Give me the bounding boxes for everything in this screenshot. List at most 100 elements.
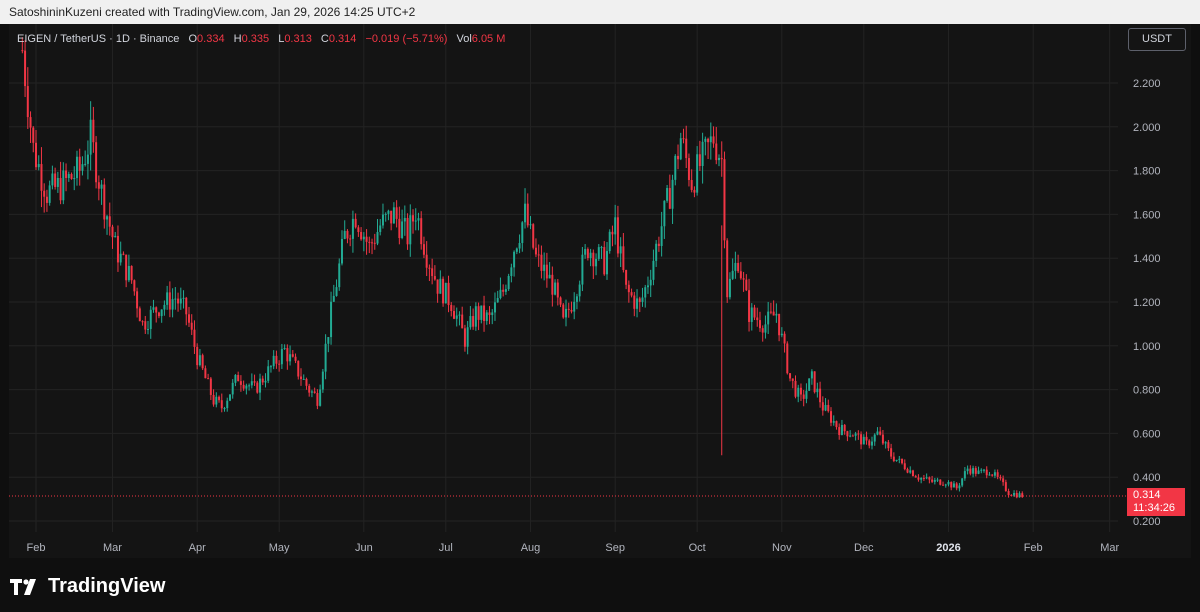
candle-body: [595, 258, 598, 267]
candle-body: [600, 247, 603, 249]
time-tick-label: Jun: [355, 542, 373, 554]
time-tick-label: Oct: [689, 542, 706, 554]
candle-body: [622, 246, 625, 271]
candle-body: [851, 435, 854, 437]
symbol-label[interactable]: EIGEN / TetherUS · 1D · Binance: [17, 33, 179, 45]
candle-body: [433, 276, 436, 280]
candle-body: [187, 314, 190, 323]
candle-body: [431, 268, 434, 277]
candle-body: [969, 468, 972, 474]
price-chart[interactable]: 2.200 2.000 1.800 1.600 1.400 1.200 1.000 0.800…: [0, 0, 1200, 612]
candle-body: [163, 304, 166, 310]
candle-body: [597, 247, 600, 259]
candle-body: [983, 469, 986, 471]
candle-body: [734, 262, 737, 271]
candle-body: [980, 469, 983, 471]
tradingview-logo[interactable]: TradingView: [10, 575, 165, 598]
candle-body: [830, 411, 833, 423]
candle-body: [207, 378, 210, 380]
candle-body: [551, 274, 554, 295]
candle-body: [584, 249, 587, 255]
candle-body: [226, 400, 229, 409]
price-tick-label: 1.400: [1133, 253, 1161, 265]
candle-body: [666, 188, 669, 201]
candle-body: [264, 380, 267, 383]
candle-body: [368, 241, 371, 243]
candle-body: [737, 262, 740, 272]
candle-body: [920, 477, 923, 480]
candle-body: [179, 298, 182, 304]
price-tick-label: 1.000: [1133, 341, 1161, 353]
candle-body: [420, 218, 423, 245]
candle-body: [376, 232, 379, 244]
price-tick-label: 0.800: [1133, 385, 1161, 397]
candle-body: [196, 346, 199, 366]
candle-body: [821, 402, 824, 411]
candle-body: [698, 154, 701, 166]
open-value: 0.334: [197, 33, 225, 45]
candle-body: [469, 316, 472, 328]
candle-body: [253, 381, 256, 383]
candle-body: [510, 267, 513, 277]
candles: [9, 37, 1127, 499]
candle-body: [636, 298, 639, 309]
candle-body: [769, 311, 772, 313]
candle-body: [502, 289, 505, 292]
candle-body: [223, 408, 226, 410]
candle-body: [911, 470, 914, 477]
candle-body: [319, 389, 322, 406]
candle-body: [925, 477, 928, 479]
candle-body: [234, 374, 237, 383]
candle-body: [182, 297, 185, 299]
candle-body: [35, 142, 37, 168]
candle-body: [215, 396, 218, 405]
price-tick-label: 2.200: [1133, 78, 1161, 90]
candle-body: [160, 309, 163, 317]
candle-body: [114, 235, 117, 238]
candle-body: [289, 354, 292, 362]
candle-body: [406, 217, 409, 245]
candle-body: [794, 380, 797, 397]
candle-body: [403, 217, 406, 222]
candle-body: [917, 477, 920, 480]
candle-body: [655, 243, 658, 261]
candle-body: [832, 421, 835, 423]
time-tick-label: Mar: [103, 542, 122, 554]
candle-body: [171, 299, 174, 310]
candle-body: [48, 185, 51, 203]
candle-body: [677, 155, 680, 160]
candle-body: [513, 251, 516, 268]
candle-body: [100, 184, 103, 189]
candle-body: [537, 254, 540, 256]
candle-body: [835, 421, 838, 428]
candle-body: [209, 378, 212, 395]
candle-body: [365, 236, 368, 242]
candle-body: [521, 222, 524, 244]
candle-body: [239, 381, 242, 385]
candle-body: [24, 50, 27, 87]
candle-body: [412, 215, 415, 222]
candle-body: [73, 178, 76, 180]
candle-body: [56, 177, 59, 187]
candle-body: [952, 483, 955, 488]
candle-body: [439, 278, 442, 294]
candle-body: [485, 312, 488, 322]
candle-body: [939, 479, 942, 485]
candle-body: [660, 226, 663, 246]
candle-body: [805, 390, 808, 399]
candle-body: [745, 279, 748, 291]
tradingview-logo-icon: [10, 578, 36, 595]
candle-body: [515, 248, 518, 252]
candle-body: [810, 371, 813, 379]
time-tick-label: 2026: [936, 542, 960, 554]
candle-body: [29, 117, 32, 128]
candle-body: [840, 424, 843, 435]
candle-body: [972, 468, 975, 474]
candle-body: [193, 329, 196, 347]
candle-body: [586, 249, 589, 259]
time-tick-label: May: [269, 542, 290, 554]
currency-button[interactable]: USDT: [1128, 28, 1186, 51]
candle-body: [286, 348, 289, 362]
candle-body: [305, 378, 308, 386]
candle-body: [133, 280, 136, 292]
